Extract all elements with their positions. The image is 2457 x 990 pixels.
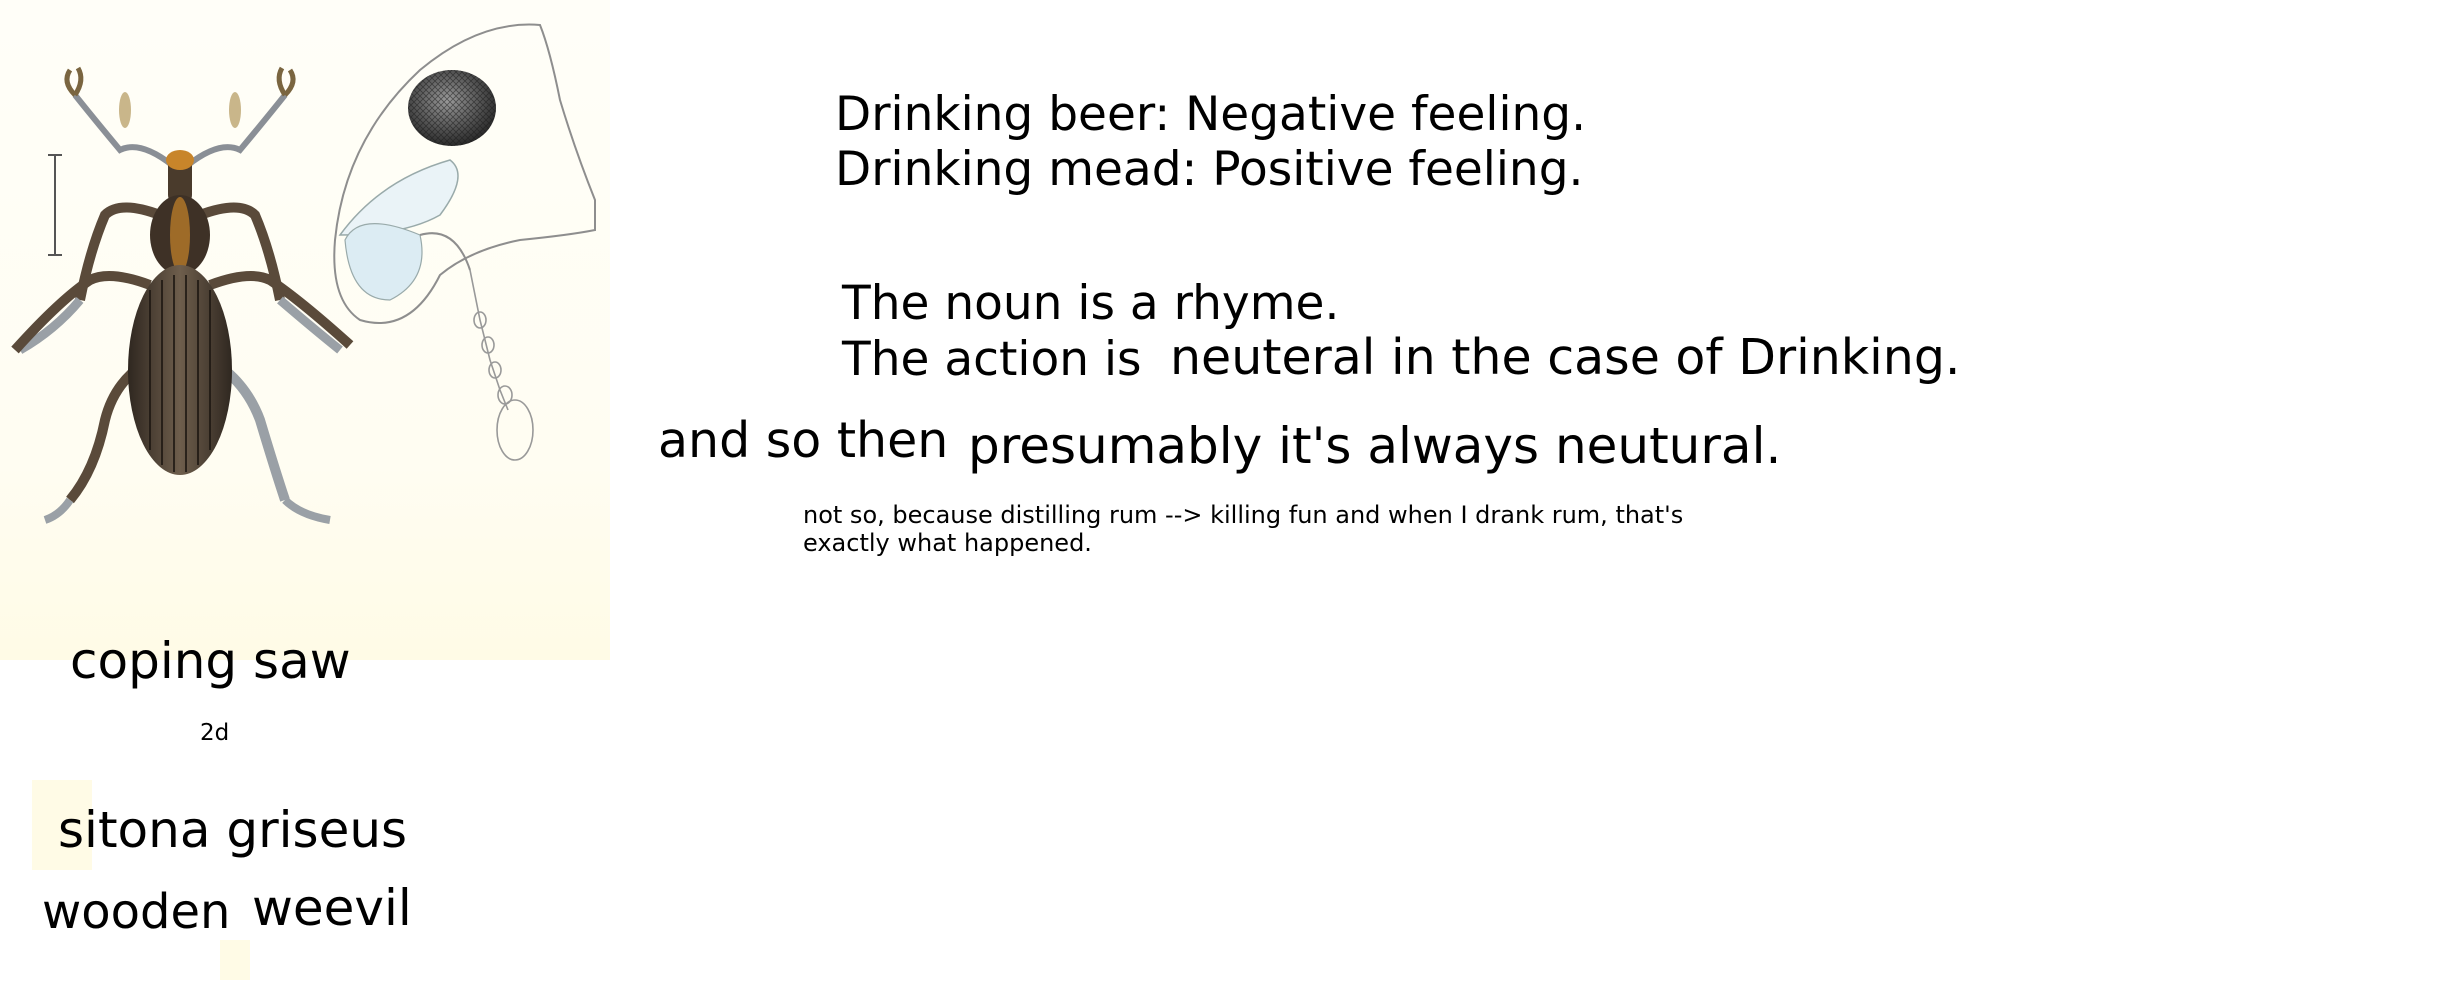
paper-tint-patch [220, 940, 250, 980]
wooden-label: wooden [42, 884, 231, 940]
weevil-illustration [0, 0, 610, 660]
note-line-2: exactly what happened. [803, 529, 1092, 557]
so-then-text: and so then [658, 412, 949, 469]
noun-statement: The noun is a rhyme. [842, 276, 1340, 331]
weevil-label: weevil [252, 879, 412, 937]
code-label: 2d [200, 720, 230, 746]
beer-statement: Drinking beer: Negative feeling. [835, 87, 1587, 142]
species-label: sitona griseus [58, 801, 408, 859]
coping-saw-label: coping saw [70, 632, 351, 690]
mead-statement: Drinking mead: Positive feeling. [835, 142, 1584, 197]
weevil-plate-icon [11, 23, 596, 524]
action-prefix: The action is [842, 332, 1142, 387]
note-line-1: not so, because distilling rum --> killi… [803, 501, 1684, 529]
action-suffix: neuteral in the case of Drinking. [1170, 329, 1961, 386]
presumably-statement: presumably it's always neutural. [968, 417, 1782, 475]
